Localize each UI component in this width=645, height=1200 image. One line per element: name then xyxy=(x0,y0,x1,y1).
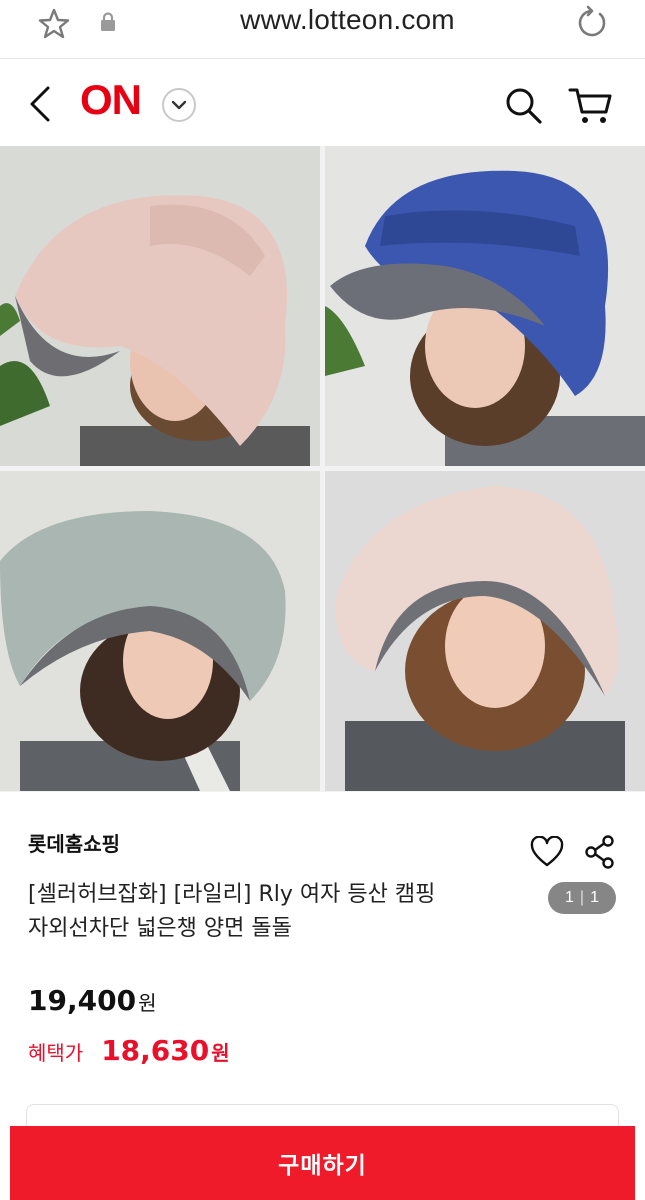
app-header: ON xyxy=(0,60,645,146)
image-counter: 1 | 1 xyxy=(548,882,616,914)
reload-icon[interactable] xyxy=(572,4,610,42)
back-icon[interactable] xyxy=(22,82,58,126)
product-image-blue-hat[interactable] xyxy=(325,146,645,466)
divider xyxy=(0,58,645,59)
product-price: 19,400 원 xyxy=(28,984,156,1017)
price-unit: 원 xyxy=(138,991,157,1015)
price-value: 19,400 xyxy=(28,984,137,1017)
lotteon-logo[interactable]: ON xyxy=(80,76,142,124)
product-image-light-pink-hat[interactable] xyxy=(325,471,645,791)
benefit-unit: 원 xyxy=(211,1041,230,1065)
product-image-gallery[interactable]: 1 | 1 xyxy=(0,146,645,914)
benefit-value: 18,630 xyxy=(101,1034,210,1067)
star-icon[interactable] xyxy=(36,6,72,42)
browser-url-bar: www.lotteon.com xyxy=(0,0,645,50)
heart-icon[interactable] xyxy=(530,836,564,868)
seller-name[interactable]: 롯데홈쇼핑 xyxy=(28,828,120,857)
lock-icon xyxy=(101,12,115,31)
product-image-grey-hat[interactable] xyxy=(0,471,320,791)
benefit-price: 혜택가 18,630 원 xyxy=(28,1034,230,1067)
image-counter-separator: | xyxy=(579,889,585,906)
buy-button[interactable]: 구매하기 xyxy=(10,1126,635,1200)
product-title-line1: [셀러허브잡화] [라일리] Rly 여자 등산 캠핑 xyxy=(28,882,436,907)
benefit-label: 혜택가 xyxy=(28,1041,84,1065)
search-icon[interactable] xyxy=(502,84,546,128)
product-image-pink-hat[interactable] xyxy=(0,146,320,466)
image-counter-total: 1 xyxy=(590,889,599,906)
cart-icon[interactable] xyxy=(566,82,614,128)
url-text[interactable]: www.lotteon.com xyxy=(130,4,565,36)
product-title: [셀러허브잡화] [라일리] Rly 여자 등산 캠핑 자외선차단 넓은챙 양면… xyxy=(28,878,548,946)
share-icon[interactable] xyxy=(584,834,616,870)
chevron-down-icon[interactable] xyxy=(162,88,196,122)
product-title-line2: 자외선차단 넓은챙 양면 돌돌 xyxy=(28,916,292,941)
image-counter-current: 1 xyxy=(565,889,574,906)
